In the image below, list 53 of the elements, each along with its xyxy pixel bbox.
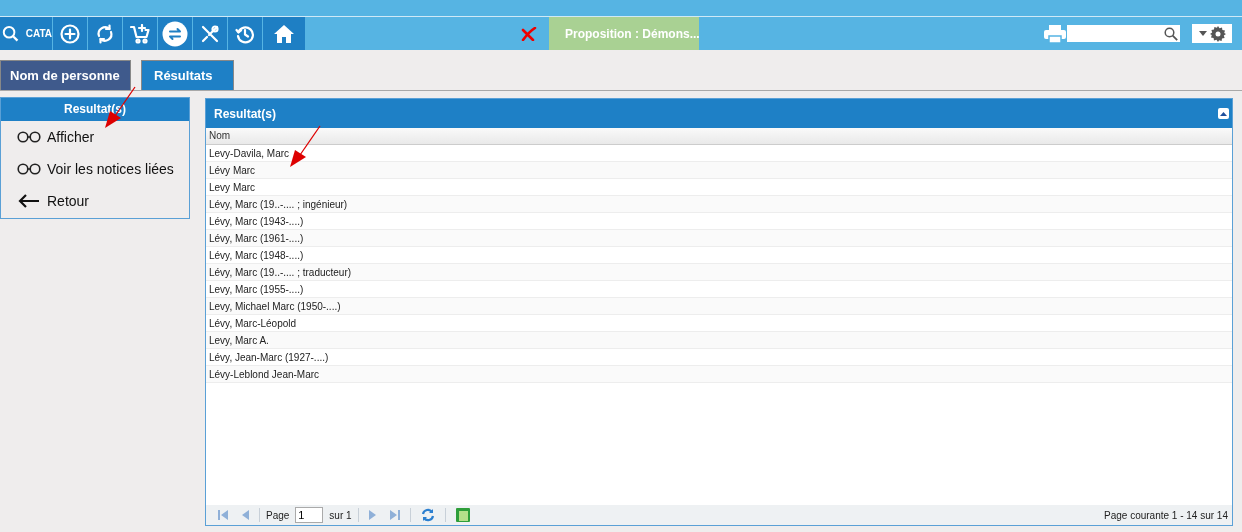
- next-icon: [368, 510, 376, 520]
- settings-icon: [1209, 25, 1226, 42]
- back-arrow-icon: [17, 193, 41, 209]
- previous-icon: [242, 510, 249, 520]
- table-row[interactable]: Levy, Marc A.: [206, 332, 1232, 349]
- print-icon[interactable]: [1043, 23, 1067, 44]
- page-status: Page courante 1 - 14 sur 14: [1104, 509, 1228, 521]
- spreadsheet-icon: [455, 508, 470, 522]
- refresh-icon: [95, 23, 115, 44]
- home-icon: [273, 23, 295, 44]
- search-field[interactable]: [1067, 25, 1180, 42]
- caret-icon: [1220, 111, 1227, 116]
- toolbar-button[interactable]: [228, 17, 262, 50]
- table-row[interactable]: Lévy-Leblond Jean-Marc: [206, 366, 1232, 383]
- plus-circle-icon: [60, 23, 80, 44]
- first-page-icon: [218, 510, 228, 520]
- glasses-icon: [17, 131, 41, 143]
- column-header[interactable]: Nom: [206, 128, 1232, 145]
- tab[interactable]: Résultats: [141, 60, 234, 90]
- catalog-search-button[interactable]: CATA: [0, 17, 52, 50]
- history-icon: [235, 23, 255, 44]
- table-row[interactable]: Lévy, Marc (1961-....): [206, 230, 1232, 247]
- table-row[interactable]: Lévy, Marc (19..-.... ; ingénieur): [206, 196, 1232, 213]
- table-row[interactable]: Levy, Michael Marc (1950-....): [206, 298, 1232, 315]
- glasses-icon: [17, 163, 41, 175]
- page-label: Page: [266, 509, 290, 521]
- table-row[interactable]: Lévy Marc: [206, 162, 1232, 179]
- search-icon[interactable]: [1164, 26, 1178, 41]
- action-item[interactable]: Afficher: [1, 121, 189, 153]
- home-button[interactable]: [263, 17, 305, 50]
- grid-title: Resultat(s): [214, 106, 276, 121]
- toolbar-button[interactable]: [88, 17, 122, 50]
- action-item[interactable]: Voir les notices liées: [1, 153, 189, 185]
- collapse-button[interactable]: [1218, 108, 1229, 119]
- settings-dropdown[interactable]: [1192, 24, 1232, 43]
- cross-icon[interactable]: [521, 26, 537, 41]
- table-row[interactable]: Lévy, Marc (19..-.... ; traducteur): [206, 264, 1232, 281]
- toolbar-button[interactable]: [123, 17, 157, 50]
- toolbar-button[interactable]: [53, 17, 87, 50]
- toolbar-button[interactable]: [158, 17, 192, 50]
- annotation-arrow: [288, 125, 322, 169]
- last-page-icon: [389, 510, 400, 520]
- tools-icon: [200, 23, 220, 44]
- action-item[interactable]: Retour: [1, 185, 189, 217]
- swap-icon: [162, 20, 188, 47]
- cart-plus-icon: [130, 23, 150, 44]
- tab[interactable]: Nom de personne: [0, 60, 131, 90]
- page-input[interactable]: 1: [295, 507, 324, 523]
- caret-icon: [1198, 31, 1207, 36]
- refresh-icon: [420, 508, 435, 522]
- toolbar-button[interactable]: [193, 17, 227, 50]
- search-icon: [2, 23, 20, 44]
- page-total: sur 1: [329, 509, 352, 521]
